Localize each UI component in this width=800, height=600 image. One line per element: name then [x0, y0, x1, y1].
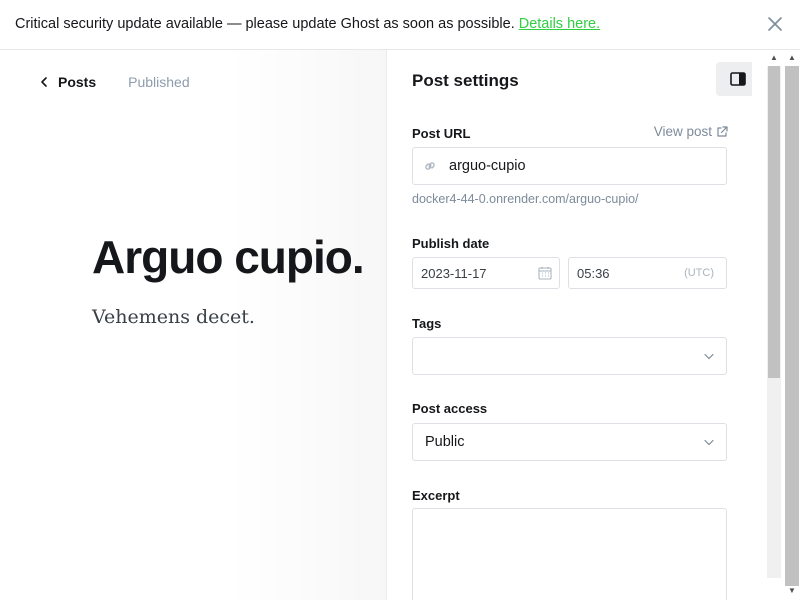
- sidebar-icon: [730, 72, 746, 86]
- post-status: Published: [128, 74, 190, 90]
- post-access-value: Public: [425, 434, 465, 450]
- view-post-label: View post: [653, 124, 712, 139]
- post-url-hint: docker4-44-0.onrender.com/arguo-cupio/: [412, 192, 639, 206]
- timezone-label: (UTC): [684, 267, 714, 279]
- chevron-down-icon: [704, 439, 714, 446]
- security-banner: Critical security update available — ple…: [0, 0, 800, 50]
- post-access-select[interactable]: Public: [412, 423, 727, 461]
- tags-select[interactable]: [412, 337, 727, 375]
- banner-message: Critical security update available — ple…: [15, 16, 600, 32]
- page-scroll-thumb[interactable]: [785, 66, 799, 586]
- scroll-up-arrow-icon[interactable]: ▲: [770, 53, 778, 62]
- publish-time-input[interactable]: 05:36 (UTC): [568, 257, 727, 289]
- page-scroll-up-arrow-icon[interactable]: ▲: [788, 53, 796, 62]
- publish-date-label: Publish date: [412, 236, 490, 251]
- close-icon[interactable]: [766, 15, 784, 33]
- calendar-icon: [538, 267, 552, 280]
- publish-date-value: 2023-11-17: [421, 265, 487, 281]
- back-label: Posts: [58, 74, 97, 90]
- post-url-input[interactable]: arguo-cupio: [412, 147, 727, 185]
- editor-area: Posts Published Arguo cupio. Vehemens de…: [0, 50, 386, 600]
- chevron-left-icon: [41, 77, 47, 87]
- panel-scrollbar[interactable]: ▲ ▲ ▼: [752, 50, 800, 600]
- external-link-icon: [717, 125, 728, 137]
- scroll-thumb[interactable]: [768, 66, 780, 378]
- sidebar-toggle-button[interactable]: [716, 62, 752, 96]
- editor-topnav: Posts Published: [40, 74, 190, 90]
- back-to-posts-link[interactable]: Posts: [40, 74, 96, 90]
- post-body[interactable]: Vehemens decet.: [92, 306, 255, 328]
- post-url-label: Post URL: [412, 126, 471, 141]
- publish-date-input[interactable]: 2023-11-17: [412, 257, 560, 289]
- excerpt-textarea[interactable]: [412, 508, 727, 600]
- tags-label: Tags: [412, 316, 442, 331]
- publish-time-value: 05:36: [577, 265, 610, 281]
- link-icon: [425, 162, 435, 170]
- chevron-down-icon: [704, 353, 714, 360]
- excerpt-label: Excerpt: [412, 488, 460, 503]
- view-post-link[interactable]: View post: [654, 124, 728, 139]
- page-scroll-down-arrow-icon[interactable]: ▼: [788, 586, 796, 595]
- banner-text: Critical security update available — ple…: [15, 16, 515, 32]
- panel-title: Post settings: [412, 71, 519, 90]
- post-access-label: Post access: [412, 401, 488, 416]
- post-settings-panel: Post settings Post URL View post arguo-c…: [386, 50, 752, 600]
- post-url-value: arguo-cupio: [449, 158, 526, 174]
- banner-details-link[interactable]: Details here.: [519, 16, 600, 32]
- post-title[interactable]: Arguo cupio.: [92, 230, 365, 284]
